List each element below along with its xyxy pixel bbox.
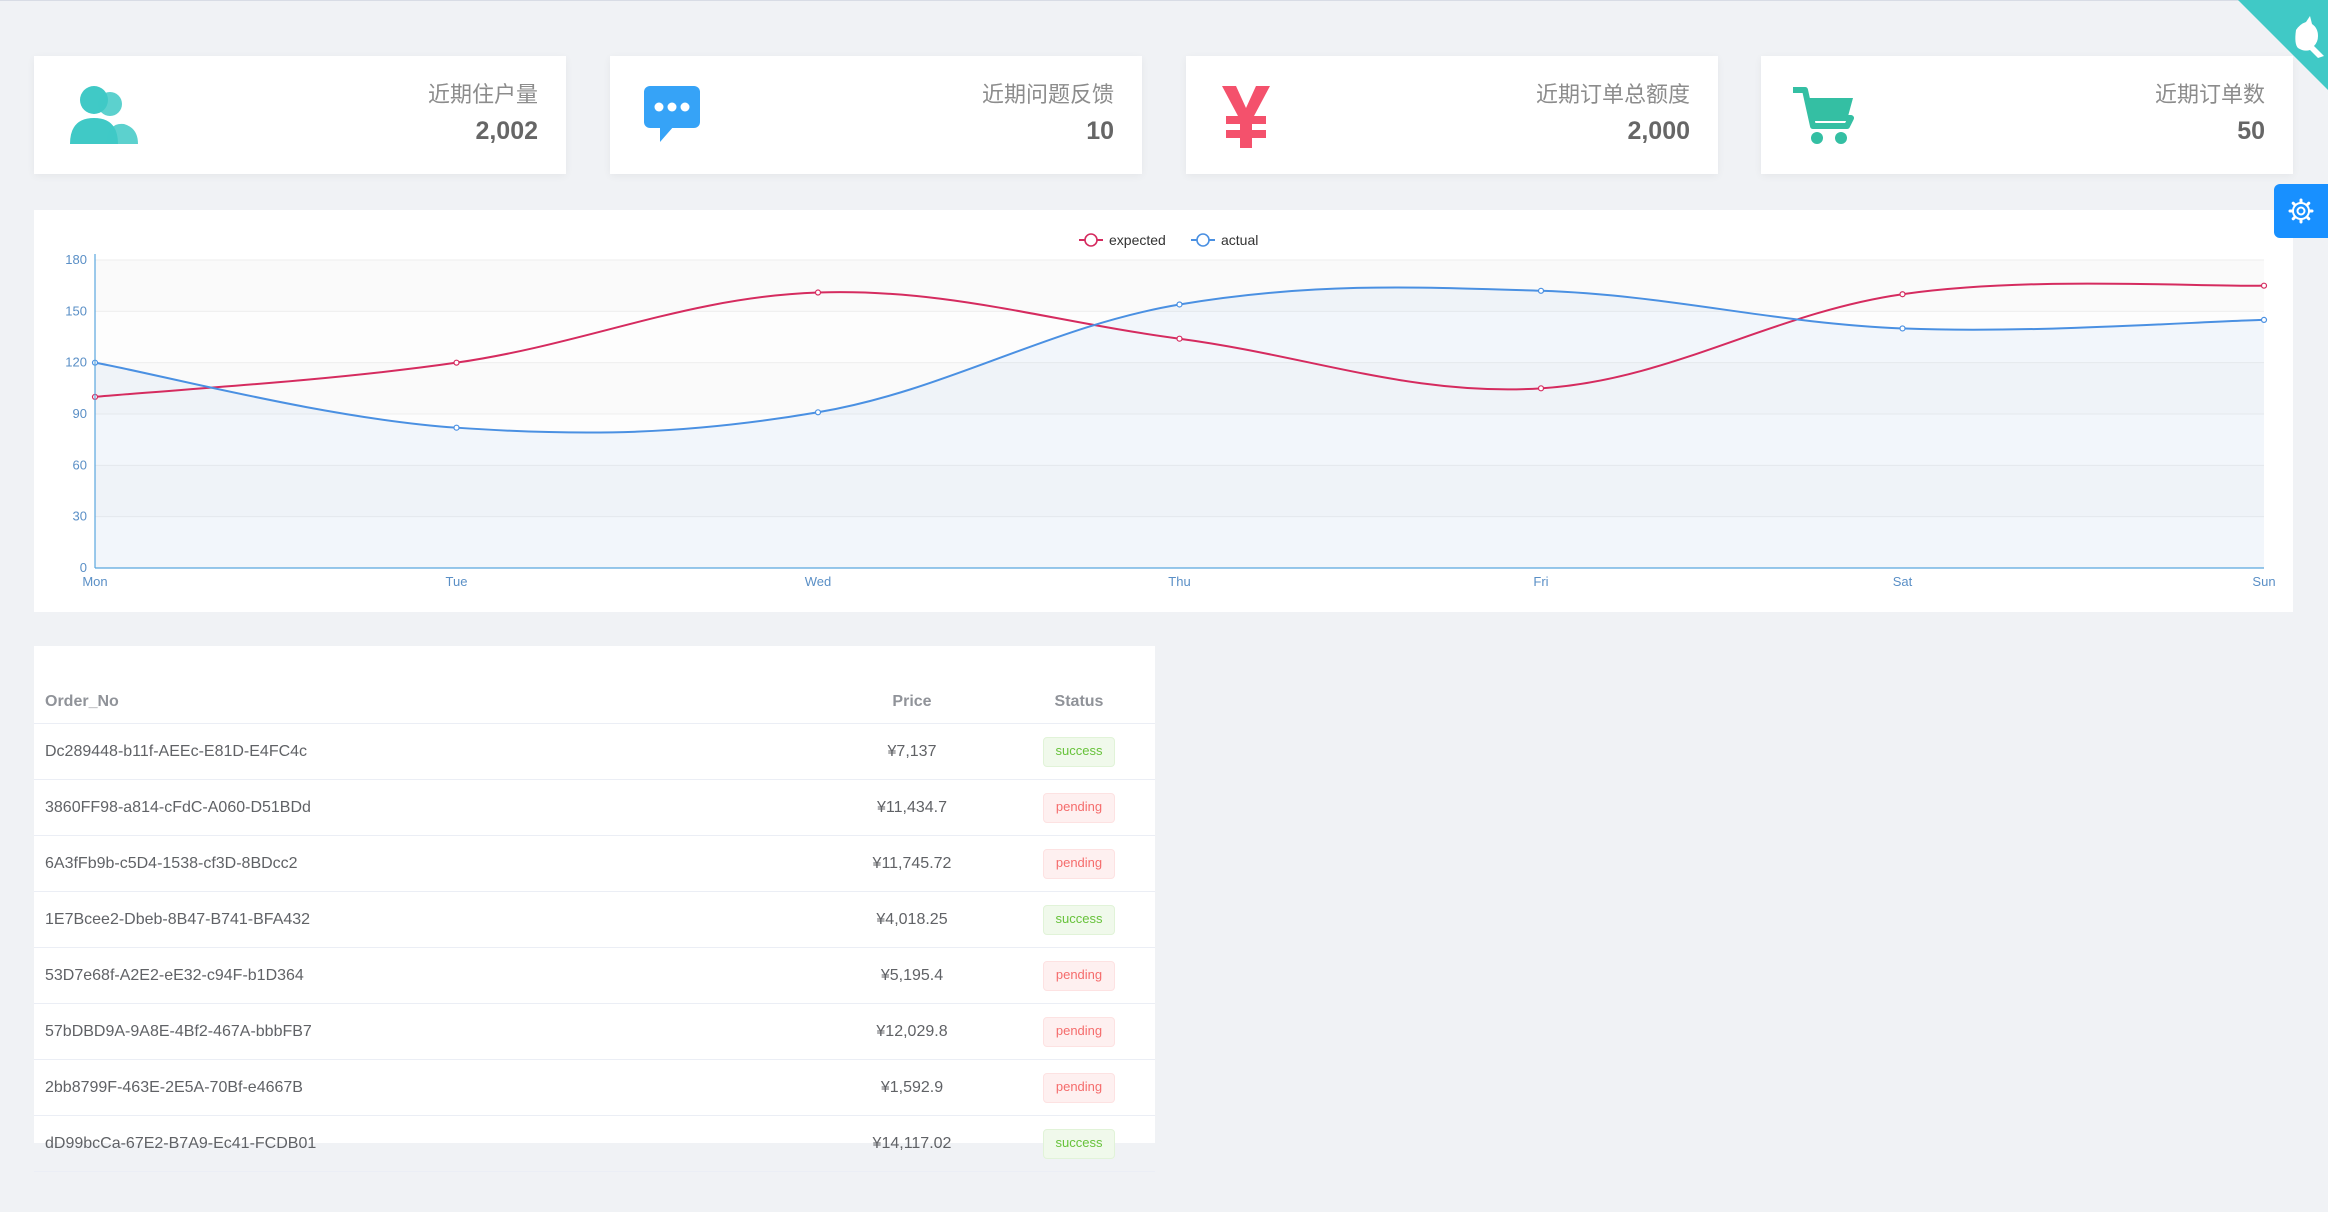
order-no-cell: 2bb8799F-463E-2E5A-70Bf-e4667B: [34, 1059, 821, 1116]
data-point-expected: [1176, 335, 1183, 342]
table-row[interactable]: Dc289448-b11f-AEEc-E81D-E4FC4c ¥7,137 succ…: [34, 723, 1155, 780]
line-chart-panel: 0 30 60 90 120 150 180 Mon Tue Wed Thu Fri Sat Sun exp…: [34, 210, 2293, 612]
y-tick-label: 30: [73, 509, 87, 524]
data-point-expected: [814, 289, 822, 296]
x-tick-label: Tue: [446, 574, 468, 589]
order-no-cell: 53D7e68f-A2E2-eE32-c94F-b1D364: [34, 947, 821, 1004]
table-row[interactable]: 2bb8799F-463E-2E5A-70Bf-e4667B ¥1,592.9 pe…: [34, 1059, 1155, 1116]
card-label: 近期订单总额度: [1535, 82, 1690, 107]
y-tick-label: 90: [73, 406, 87, 421]
legend-marker-expected: [1084, 233, 1098, 247]
column-header-price: Price: [821, 646, 1003, 724]
order-no-cell: 57bDBD9A-9A8E-4Bf2-467A-bbbFB7: [34, 1003, 821, 1060]
price-cell: ¥11,434.7: [821, 779, 1003, 836]
data-point-expected: [2260, 282, 2268, 289]
yen-icon: [1216, 80, 1296, 150]
column-header-status: Status: [1003, 646, 1155, 724]
top-border: [0, 0, 2328, 1]
panel-card-users[interactable]: 近期住户量 2,002: [34, 56, 566, 174]
shopping-cart-icon: [1791, 80, 1871, 150]
status-badge: pending: [1042, 960, 1116, 991]
data-point-actual: [1537, 287, 1545, 294]
status-badge: success: [1042, 904, 1116, 935]
card-value: 2,002: [475, 117, 538, 145]
status-badge: pending: [1042, 848, 1116, 879]
y-tick-label: 120: [65, 355, 87, 370]
data-point-actual: [453, 424, 460, 431]
status-cell: pending: [1003, 835, 1155, 892]
status-cell: success: [1003, 1115, 1155, 1172]
panel-card-order-total[interactable]: 近期订单总额度 2,000: [1186, 56, 1718, 174]
status-badge: success: [1042, 1128, 1116, 1159]
data-point-actual: [1176, 301, 1183, 308]
panel-card-messages[interactable]: 近期问题反馈 10: [610, 56, 1142, 174]
x-tick-label: Wed: [805, 574, 832, 589]
data-point-actual: [2260, 316, 2268, 323]
legend-label-expected: expected: [1109, 232, 1166, 248]
message-icon: [640, 80, 720, 150]
price-cell: ¥14,117.02: [821, 1115, 1003, 1172]
y-tick-label: 180: [65, 252, 87, 267]
table-row[interactable]: 6A3fFb9b-c5D4-1538-cf3D-8BDcc2 ¥11,745.72…: [34, 835, 1155, 892]
status-cell: pending: [1003, 947, 1155, 1004]
x-tick-label: Mon: [82, 574, 107, 589]
status-badge: pending: [1042, 792, 1116, 823]
card-label: 近期问题反馈: [981, 82, 1114, 107]
price-cell: ¥11,745.72: [821, 835, 1003, 892]
table-header-row: Order_No Price Status: [34, 646, 1155, 724]
line-chart: 0 30 60 90 120 150 180 Mon Tue Wed Thu Fri Sat Sun exp…: [65, 232, 2275, 589]
gear-icon: [2288, 198, 2314, 224]
github-cat-icon: [2238, 0, 2328, 90]
status-cell: pending: [1003, 1059, 1155, 1116]
price-cell: ¥12,029.8: [821, 1003, 1003, 1060]
card-label: 近期住户量: [427, 82, 538, 107]
price-cell: ¥7,137: [821, 723, 1003, 780]
data-point-expected: [1537, 385, 1545, 392]
status-cell: pending: [1003, 779, 1155, 836]
x-tick-label: Fri: [1533, 574, 1548, 589]
status-badge: pending: [1042, 1072, 1116, 1103]
table-row[interactable]: dD99bcCa-67E2-B7A9-Ec41-FCDB01 ¥14,117.02…: [34, 1115, 1155, 1172]
column-header-order-no: Order_No: [34, 646, 821, 724]
table-row[interactable]: 57bDBD9A-9A8E-4Bf2-467A-bbbFB7 ¥12,029.8 p…: [34, 1003, 1155, 1060]
table-row[interactable]: 3860FF98-a814-cFdC-A060-D51BDd ¥11,434.7 p…: [34, 779, 1155, 836]
y-tick-label: 150: [65, 303, 87, 318]
table-row[interactable]: 1E7Bcee2-Dbeb-8B47-B741-BFA432 ¥4,018.25 s…: [34, 891, 1155, 948]
settings-button[interactable]: [2274, 184, 2328, 238]
status-cell: pending: [1003, 1003, 1155, 1060]
order-table: Order_No Price Status Dc289448-b11f-AEEc…: [34, 646, 1155, 1172]
x-tick-label: Sat: [1893, 574, 1913, 589]
x-tick-label: Sun: [2252, 574, 2275, 589]
panel-card-orders[interactable]: 近期订单数 50: [1761, 56, 2293, 174]
status-cell: success: [1003, 723, 1155, 780]
data-point-actual: [1899, 325, 1906, 332]
card-value: 50: [2237, 117, 2265, 145]
users-icon: [64, 80, 144, 150]
y-tick-label: 0: [80, 560, 87, 575]
price-cell: ¥4,018.25: [821, 891, 1003, 948]
github-corner-link[interactable]: [2238, 0, 2328, 90]
price-cell: ¥1,592.9: [821, 1059, 1003, 1116]
table-row[interactable]: 53D7e68f-A2E2-eE32-c94F-b1D364 ¥5,195.4 pe…: [34, 947, 1155, 1004]
status-badge: success: [1042, 736, 1116, 767]
order-no-cell: 1E7Bcee2-Dbeb-8B47-B741-BFA432: [34, 891, 821, 948]
status-badge: pending: [1042, 1016, 1116, 1047]
data-point-actual: [814, 409, 822, 416]
data-point-expected: [1899, 291, 1906, 298]
x-tick-label: Thu: [1168, 574, 1190, 589]
card-value: 10: [1086, 117, 1114, 145]
legend-label-actual: actual: [1221, 232, 1258, 248]
card-value: 2,000: [1627, 117, 1690, 145]
order-no-cell: 3860FF98-a814-cFdC-A060-D51BDd: [34, 779, 821, 836]
order-no-cell: dD99bcCa-67E2-B7A9-Ec41-FCDB01: [34, 1115, 821, 1172]
order-no-cell: 6A3fFb9b-c5D4-1538-cf3D-8BDcc2: [34, 835, 821, 892]
data-point-expected: [453, 359, 460, 366]
status-cell: success: [1003, 891, 1155, 948]
y-tick-label: 60: [73, 457, 87, 472]
price-cell: ¥5,195.4: [821, 947, 1003, 1004]
order-no-cell: Dc289448-b11f-AEEc-E81D-E4FC4c: [34, 723, 821, 780]
legend-marker-actual: [1196, 233, 1210, 247]
